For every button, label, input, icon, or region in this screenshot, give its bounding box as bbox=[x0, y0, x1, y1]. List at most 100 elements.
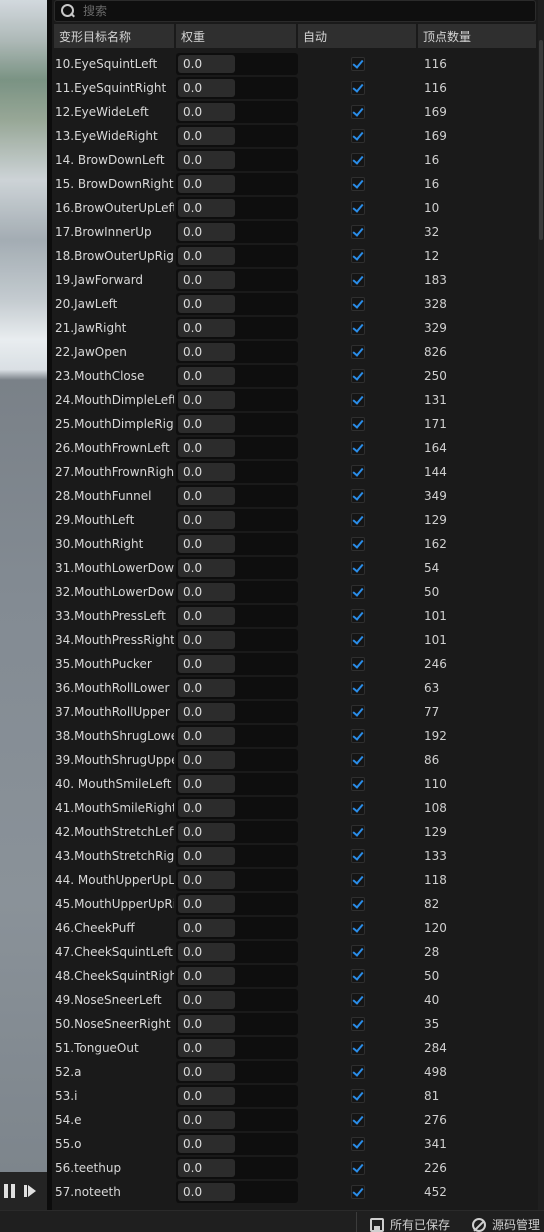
table-row[interactable]: 52.a 0.0 498 bbox=[54, 1060, 536, 1084]
weight-input[interactable]: 0.0 bbox=[178, 1183, 235, 1201]
weight-field[interactable]: 0.0 bbox=[176, 581, 298, 603]
auto-checkbox[interactable] bbox=[351, 873, 365, 887]
table-row[interactable]: 17.BrowInnerUp 0.0 32 bbox=[54, 220, 536, 244]
auto-checkbox[interactable] bbox=[351, 729, 365, 743]
weight-input[interactable]: 0.0 bbox=[178, 319, 235, 337]
weight-field[interactable]: 0.0 bbox=[176, 365, 298, 387]
weight-input[interactable]: 0.0 bbox=[178, 775, 235, 793]
table-row[interactable]: 48.CheekSquintRight 0.0 50 bbox=[54, 964, 536, 988]
weight-input[interactable]: 0.0 bbox=[178, 919, 235, 937]
table-row[interactable]: 34.MouthPressRight 0.0 101 bbox=[54, 628, 536, 652]
auto-checkbox[interactable] bbox=[351, 633, 365, 647]
weight-input[interactable]: 0.0 bbox=[178, 79, 235, 97]
weight-field[interactable]: 0.0 bbox=[176, 389, 298, 411]
weight-field[interactable]: 0.0 bbox=[176, 1085, 298, 1107]
weight-field[interactable]: 0.0 bbox=[176, 653, 298, 675]
auto-checkbox[interactable] bbox=[351, 105, 365, 119]
weight-field[interactable]: 0.0 bbox=[176, 941, 298, 963]
weight-input[interactable]: 0.0 bbox=[178, 823, 235, 841]
weight-input[interactable]: 0.0 bbox=[178, 631, 235, 649]
weight-input[interactable]: 0.0 bbox=[178, 151, 235, 169]
auto-checkbox[interactable] bbox=[351, 1161, 365, 1175]
table-row[interactable]: 37.MouthRollUpper 0.0 77 bbox=[54, 700, 536, 724]
weight-field[interactable]: 0.0 bbox=[176, 917, 298, 939]
weight-input[interactable]: 0.0 bbox=[178, 679, 235, 697]
auto-checkbox[interactable] bbox=[351, 441, 365, 455]
auto-checkbox[interactable] bbox=[351, 969, 365, 983]
weight-input[interactable]: 0.0 bbox=[178, 175, 235, 193]
auto-checkbox[interactable] bbox=[351, 177, 365, 191]
weight-input[interactable]: 0.0 bbox=[178, 967, 235, 985]
auto-checkbox[interactable] bbox=[351, 585, 365, 599]
weight-field[interactable]: 0.0 bbox=[176, 221, 298, 243]
table-row[interactable]: 55.o 0.0 341 bbox=[54, 1132, 536, 1156]
table-row[interactable]: 24.MouthDimpleLeft 0.0 131 bbox=[54, 388, 536, 412]
weight-field[interactable]: 0.0 bbox=[176, 101, 298, 123]
weight-field[interactable]: 0.0 bbox=[176, 173, 298, 195]
auto-checkbox[interactable] bbox=[351, 393, 365, 407]
column-header-vertex-count[interactable]: 顶点数量 bbox=[418, 24, 536, 48]
table-row[interactable]: 46.CheekPuff 0.0 120 bbox=[54, 916, 536, 940]
weight-input[interactable]: 0.0 bbox=[178, 751, 235, 769]
table-row[interactable]: 57.noteeth 0.0 452 bbox=[54, 1180, 536, 1204]
auto-checkbox[interactable] bbox=[351, 801, 365, 815]
weight-field[interactable]: 0.0 bbox=[176, 1157, 298, 1179]
weight-input[interactable]: 0.0 bbox=[178, 1159, 235, 1177]
column-header-auto[interactable]: 自动 bbox=[298, 24, 418, 48]
table-row[interactable]: 50.NoseSneerRight 0.0 35 bbox=[54, 1012, 536, 1036]
auto-checkbox[interactable] bbox=[351, 1089, 365, 1103]
auto-checkbox[interactable] bbox=[351, 369, 365, 383]
table-row[interactable]: 25.MouthDimpleRight 0.0 171 bbox=[54, 412, 536, 436]
source-control-button[interactable]: 源码管理 bbox=[472, 1216, 540, 1232]
table-row[interactable]: 38.MouthShrugLower 0.0 192 bbox=[54, 724, 536, 748]
weight-field[interactable]: 0.0 bbox=[176, 749, 298, 771]
auto-checkbox[interactable] bbox=[351, 657, 365, 671]
column-header-weight[interactable]: 权重 bbox=[176, 24, 298, 48]
weight-field[interactable]: 0.0 bbox=[176, 629, 298, 651]
scrollbar-thumb[interactable] bbox=[539, 40, 543, 240]
weight-input[interactable]: 0.0 bbox=[178, 991, 235, 1009]
auto-checkbox[interactable] bbox=[351, 81, 365, 95]
weight-field[interactable]: 0.0 bbox=[176, 485, 298, 507]
table-row[interactable]: 27.MouthFrownRight 0.0 144 bbox=[54, 460, 536, 484]
weight-field[interactable]: 0.0 bbox=[176, 725, 298, 747]
auto-checkbox[interactable] bbox=[351, 921, 365, 935]
weight-input[interactable]: 0.0 bbox=[178, 367, 235, 385]
weight-field[interactable]: 0.0 bbox=[176, 989, 298, 1011]
weight-field[interactable]: 0.0 bbox=[176, 965, 298, 987]
weight-field[interactable]: 0.0 bbox=[176, 413, 298, 435]
table-row[interactable]: 14. BrowDownLeft 0.0 16 bbox=[54, 148, 536, 172]
table-row[interactable]: 12.EyeWideLeft 0.0 169 bbox=[54, 100, 536, 124]
weight-input[interactable]: 0.0 bbox=[178, 415, 235, 433]
table-row[interactable]: 20.JawLeft 0.0 328 bbox=[54, 292, 536, 316]
auto-checkbox[interactable] bbox=[351, 345, 365, 359]
weight-field[interactable]: 0.0 bbox=[176, 701, 298, 723]
weight-field[interactable]: 0.0 bbox=[176, 149, 298, 171]
weight-field[interactable]: 0.0 bbox=[176, 1061, 298, 1083]
weight-input[interactable]: 0.0 bbox=[178, 439, 235, 457]
weight-input[interactable]: 0.0 bbox=[178, 655, 235, 673]
weight-field[interactable]: 0.0 bbox=[176, 605, 298, 627]
weight-input[interactable]: 0.0 bbox=[178, 1135, 235, 1153]
weight-field[interactable]: 0.0 bbox=[176, 269, 298, 291]
table-row[interactable]: 36.MouthRollLower 0.0 63 bbox=[54, 676, 536, 700]
auto-checkbox[interactable] bbox=[351, 993, 365, 1007]
weight-field[interactable]: 0.0 bbox=[176, 77, 298, 99]
auto-checkbox[interactable] bbox=[351, 753, 365, 767]
weight-field[interactable]: 0.0 bbox=[176, 1109, 298, 1131]
weight-field[interactable]: 0.0 bbox=[176, 677, 298, 699]
weight-input[interactable]: 0.0 bbox=[178, 343, 235, 361]
table-row[interactable]: 32.MouthLowerDownRight 0.0 50 bbox=[54, 580, 536, 604]
weight-input[interactable]: 0.0 bbox=[178, 559, 235, 577]
weight-input[interactable]: 0.0 bbox=[178, 871, 235, 889]
weight-input[interactable]: 0.0 bbox=[178, 247, 235, 265]
table-row[interactable]: 22.JawOpen 0.0 826 bbox=[54, 340, 536, 364]
table-row[interactable]: 42.MouthStretchLeft 0.0 129 bbox=[54, 820, 536, 844]
weight-field[interactable]: 0.0 bbox=[176, 437, 298, 459]
table-row[interactable]: 51.TongueOut 0.0 284 bbox=[54, 1036, 536, 1060]
weight-field[interactable]: 0.0 bbox=[176, 893, 298, 915]
auto-checkbox[interactable] bbox=[351, 321, 365, 335]
table-row[interactable]: 47.CheekSquintLeft 0.0 28 bbox=[54, 940, 536, 964]
auto-checkbox[interactable] bbox=[351, 609, 365, 623]
weight-input[interactable]: 0.0 bbox=[178, 223, 235, 241]
